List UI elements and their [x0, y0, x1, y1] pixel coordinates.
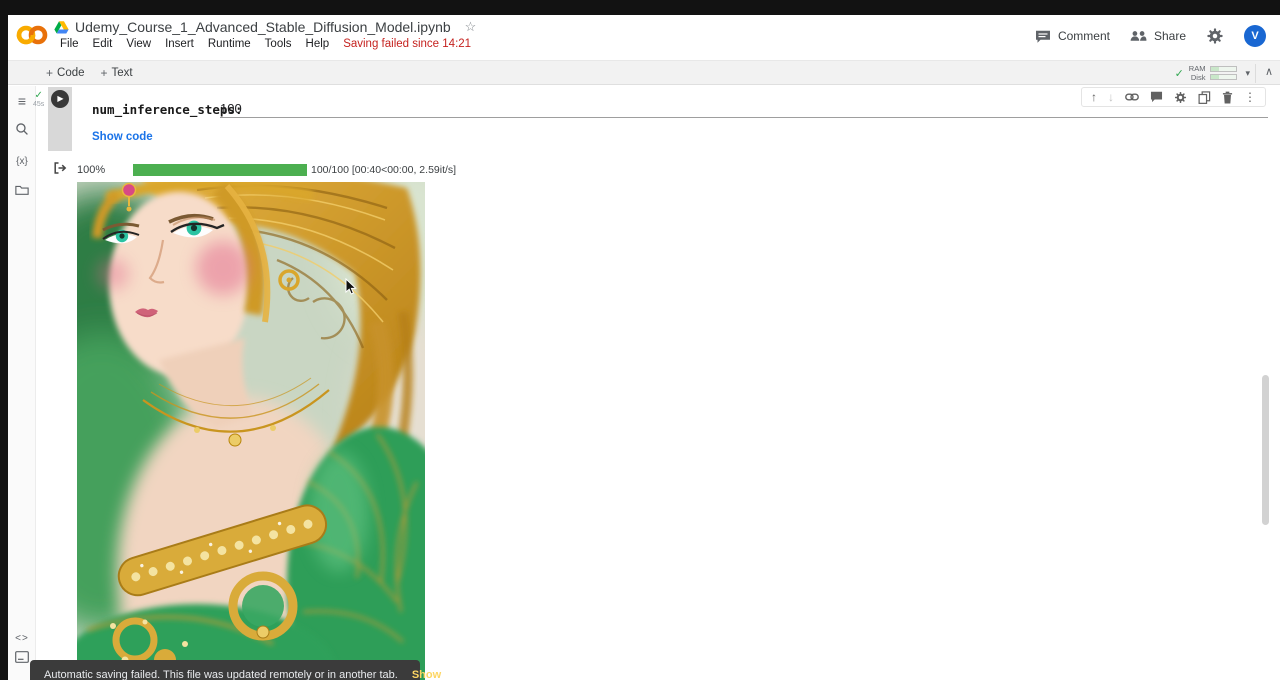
disk-label: Disk: [1189, 73, 1206, 82]
connected-check-icon: ✓: [1175, 67, 1184, 80]
add-code-button[interactable]: + Code: [46, 66, 85, 80]
code-snippets-icon[interactable]: <>: [8, 633, 36, 644]
play-icon: ▶: [57, 95, 63, 103]
comment-cell-icon[interactable]: [1150, 91, 1163, 103]
cell-toolbar: ↑ ↓: [1081, 87, 1266, 107]
plus-icon: +: [46, 66, 53, 80]
avatar[interactable]: V: [1244, 25, 1266, 47]
progress-bar: [133, 164, 307, 176]
chevron-down-icon[interactable]: ▾: [1245, 68, 1250, 79]
menu-help[interactable]: Help: [306, 38, 330, 50]
app-header: Udemy_Course_1_Advanced_Stable_Diffusion…: [8, 15, 1280, 60]
menu-runtime[interactable]: Runtime: [208, 38, 251, 50]
output-indicator-icon[interactable]: [53, 161, 67, 180]
move-up-icon[interactable]: ↑: [1091, 91, 1097, 103]
screen: Udemy_Course_1_Advanced_Stable_Diffusion…: [0, 0, 1280, 680]
gear-icon: [1206, 27, 1224, 45]
exec-indicator: ✓ 45s: [33, 91, 44, 109]
star-icon[interactable]: ☆: [465, 19, 477, 35]
add-text-button[interactable]: + Text: [101, 66, 133, 80]
delete-cell-icon[interactable]: [1222, 91, 1233, 104]
toolbar-divider: [1255, 64, 1256, 83]
exec-success-check-icon: ✓: [33, 91, 44, 101]
ram-label: RAM: [1189, 64, 1206, 73]
menu-bar: File Edit View Insert Runtime Tools Help…: [60, 38, 476, 50]
menu-view[interactable]: View: [126, 38, 151, 50]
mirror-cell-icon[interactable]: [1198, 91, 1211, 104]
move-down-icon[interactable]: ↓: [1108, 91, 1114, 103]
table-of-contents-icon[interactable]: ≡: [8, 93, 36, 109]
share-people-icon: [1130, 30, 1147, 42]
resource-bars: [1210, 66, 1237, 80]
menu-insert[interactable]: Insert: [165, 38, 194, 50]
vertical-scrollbar[interactable]: [1262, 375, 1269, 525]
share-button[interactable]: Share: [1130, 29, 1186, 43]
add-text-label: Text: [112, 67, 133, 79]
files-icon[interactable]: [8, 183, 36, 201]
notebook-title[interactable]: Udemy_Course_1_Advanced_Stable_Diffusion…: [75, 19, 451, 35]
folder-icon: [15, 183, 29, 196]
toast-message: Automatic saving failed. This file was u…: [44, 669, 398, 680]
settings-button[interactable]: [1206, 27, 1224, 45]
collapse-sections-button[interactable]: ∧: [1265, 65, 1273, 78]
progress-percent: 100%: [77, 164, 105, 176]
menu-tools[interactable]: Tools: [265, 38, 292, 50]
exec-time: 45s: [33, 101, 44, 109]
show-diff-button[interactable]: Show diff: [412, 669, 441, 680]
generated-image: [77, 182, 425, 680]
colab-app: Udemy_Course_1_Advanced_Stable_Diffusion…: [8, 15, 1280, 680]
plus-icon: +: [101, 66, 108, 80]
colab-rings: [16, 24, 48, 46]
run-cell-button[interactable]: ▶: [51, 90, 69, 108]
left-rail: ≡ {x} <>: [8, 86, 36, 680]
ram-bar: [1210, 66, 1237, 72]
menu-edit[interactable]: Edit: [93, 38, 113, 50]
notebook-toolbar: + Code + Text ✓ RAM Disk ▾: [8, 60, 1280, 85]
param-input[interactable]: 100: [220, 101, 242, 116]
comment-label: Comment: [1058, 29, 1110, 43]
progress-bar-fill: [133, 164, 307, 176]
more-options-icon[interactable]: ⋮: [1244, 91, 1256, 103]
disk-bar: [1210, 74, 1237, 80]
search-icon[interactable]: [8, 122, 36, 141]
show-code-link[interactable]: Show code: [92, 131, 153, 143]
drive-icon: [54, 20, 69, 34]
link-icon[interactable]: [1125, 90, 1139, 104]
comment-icon: [1035, 30, 1051, 43]
param-input-underline: [220, 117, 1268, 118]
saving-status[interactable]: Saving failed since 14:21: [343, 38, 471, 50]
variables-icon[interactable]: {x}: [8, 156, 36, 167]
settings-cell-icon[interactable]: [1174, 91, 1187, 104]
add-code-label: Code: [57, 67, 85, 79]
share-label: Share: [1154, 29, 1186, 43]
colab-logo-icon[interactable]: [16, 24, 48, 51]
saving-failed-toast: Automatic saving failed. This file was u…: [30, 660, 420, 680]
comment-button[interactable]: Comment: [1035, 29, 1110, 43]
progress-detail: 100/100 [00:40<00:00, 2.59it/s]: [311, 164, 456, 176]
title-block: Udemy_Course_1_Advanced_Stable_Diffusion…: [54, 19, 476, 50]
header-actions: Comment Share: [1035, 25, 1266, 47]
menu-file[interactable]: File: [60, 38, 79, 50]
resource-monitor[interactable]: ✓ RAM Disk ▾: [1175, 62, 1250, 84]
